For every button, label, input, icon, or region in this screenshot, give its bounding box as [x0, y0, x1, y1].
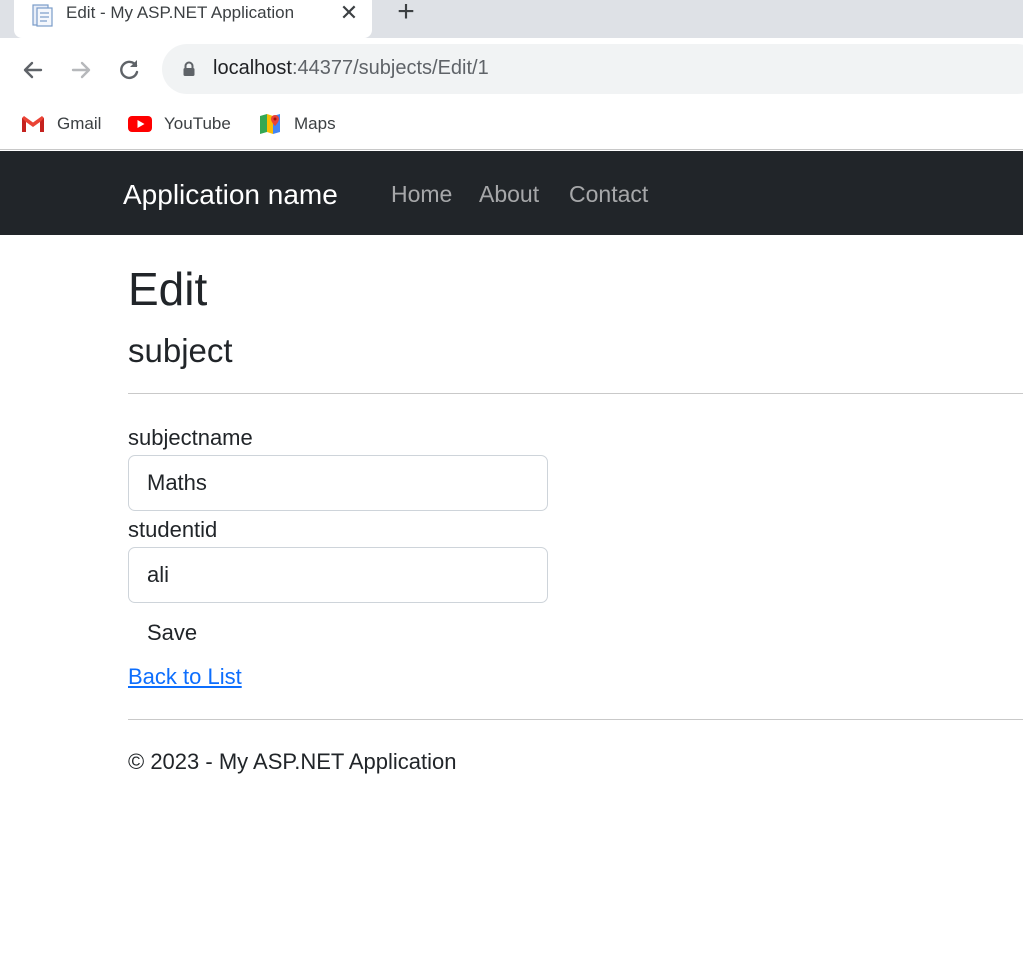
nav-link-about[interactable]: About [479, 181, 539, 208]
save-button[interactable]: Save [128, 615, 216, 651]
bookmark-label: YouTube [164, 114, 231, 133]
page-icon [32, 4, 53, 27]
reload-icon[interactable] [115, 56, 143, 84]
tab-strip: Edit - My ASP.NET Application ✕ + [0, 0, 1023, 38]
nav-link-contact[interactable]: Contact [569, 181, 648, 208]
new-tab-icon[interactable]: + [394, 0, 418, 27]
studentid-input[interactable] [128, 547, 548, 603]
youtube-icon [128, 116, 152, 132]
brand-link[interactable]: Application name [123, 179, 338, 211]
bookmark-label: Gmail [57, 114, 102, 133]
lock-icon[interactable] [182, 61, 196, 77]
url-host: localhost [213, 57, 292, 79]
close-icon[interactable]: ✕ [338, 2, 360, 24]
subjectname-label: subjectname [128, 425, 253, 450]
subjectname-input[interactable] [128, 455, 548, 511]
studentid-label: studentid [128, 517, 218, 542]
tab-title: Edit - My ASP.NET Application [66, 3, 295, 22]
back-to-list-link[interactable]: Back to List [128, 664, 242, 690]
page-subtitle: subject [128, 332, 233, 369]
back-arrow-icon[interactable] [19, 56, 47, 84]
bookmarks-bar: Gmail YouTube Maps [0, 102, 1023, 150]
bookmark-gmail[interactable]: Gmail [21, 112, 101, 136]
browser-tab[interactable]: Edit - My ASP.NET Application ✕ [14, 0, 372, 38]
divider [128, 393, 1023, 394]
url-text[interactable]: localhost:44377/subjects/Edit/1 [213, 57, 489, 80]
maps-icon [260, 114, 280, 134]
divider [128, 719, 1023, 720]
bookmark-label: Maps [294, 114, 336, 133]
forward-arrow-icon[interactable] [67, 56, 95, 84]
page-title: Edit [128, 263, 208, 315]
site-navbar: Application name Home About Contact [0, 151, 1023, 235]
bookmark-maps[interactable]: Maps [258, 112, 336, 136]
footer-text: © 2023 - My ASP.NET Application [128, 749, 457, 774]
url-path: :44377/subjects/Edit/1 [291, 57, 489, 79]
bookmark-youtube[interactable]: YouTube [128, 112, 231, 136]
address-bar[interactable]: localhost:44377/subjects/Edit/1 [162, 44, 1023, 94]
gmail-icon [22, 116, 44, 132]
browser-toolbar: localhost:44377/subjects/Edit/1 [0, 38, 1023, 102]
nav-link-home[interactable]: Home [391, 181, 452, 208]
